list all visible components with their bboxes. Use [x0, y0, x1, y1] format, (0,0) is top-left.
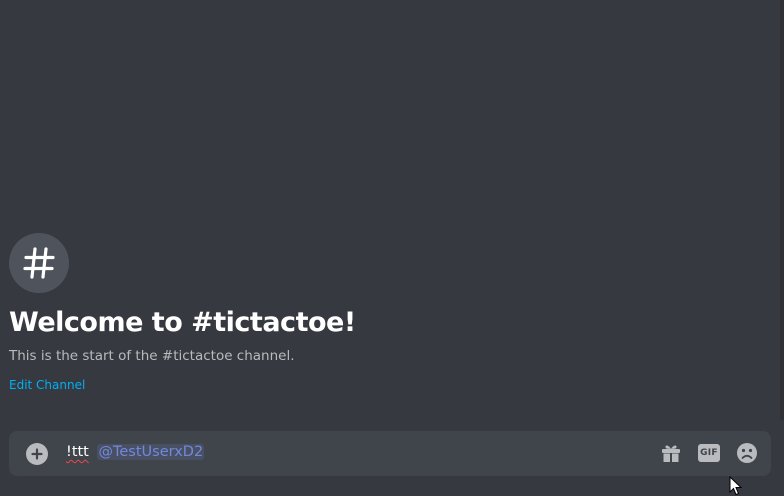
channel-welcome: Welcome to #tictactoe! This is the start…: [9, 233, 356, 393]
plus-circle-icon[interactable]: [26, 443, 48, 465]
hash-icon: [9, 233, 69, 293]
mouse-pointer-icon: [729, 475, 743, 496]
gift-icon[interactable]: [659, 441, 683, 465]
welcome-title: Welcome to #tictactoe!: [9, 307, 356, 338]
message-input[interactable]: !ttt @TestUserxD2: [66, 444, 205, 460]
user-mention: @TestUserxD2: [97, 444, 205, 460]
gif-button[interactable]: GIF: [697, 441, 721, 465]
gif-label: GIF: [698, 444, 720, 462]
channel-description: This is the start of the #tictactoe chan…: [9, 348, 295, 364]
edit-channel-link[interactable]: Edit Channel: [9, 378, 85, 392]
message-composer[interactable]: !ttt @TestUserxD2 GIF: [9, 431, 771, 476]
sad-face-emoji-icon[interactable]: [735, 441, 759, 465]
composer-actions: GIF: [659, 441, 759, 465]
scrollbar[interactable]: [780, 0, 784, 420]
chat-view: Welcome to #tictactoe! This is the start…: [0, 0, 784, 496]
command-text: !ttt: [66, 444, 89, 460]
